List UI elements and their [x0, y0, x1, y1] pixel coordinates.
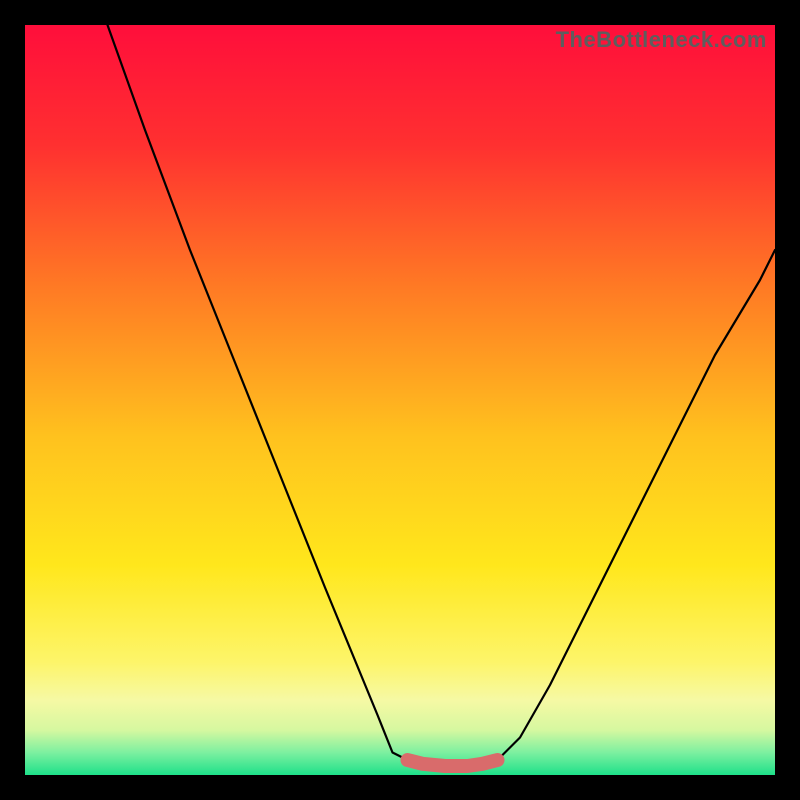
watermark-text: TheBottleneck.com: [556, 27, 767, 53]
chart-frame: TheBottleneck.com: [25, 25, 775, 775]
plateau-highlight: [408, 760, 498, 766]
curve-layer: [25, 25, 775, 775]
right-branch-line: [498, 250, 776, 760]
left-branch-line: [108, 25, 408, 760]
